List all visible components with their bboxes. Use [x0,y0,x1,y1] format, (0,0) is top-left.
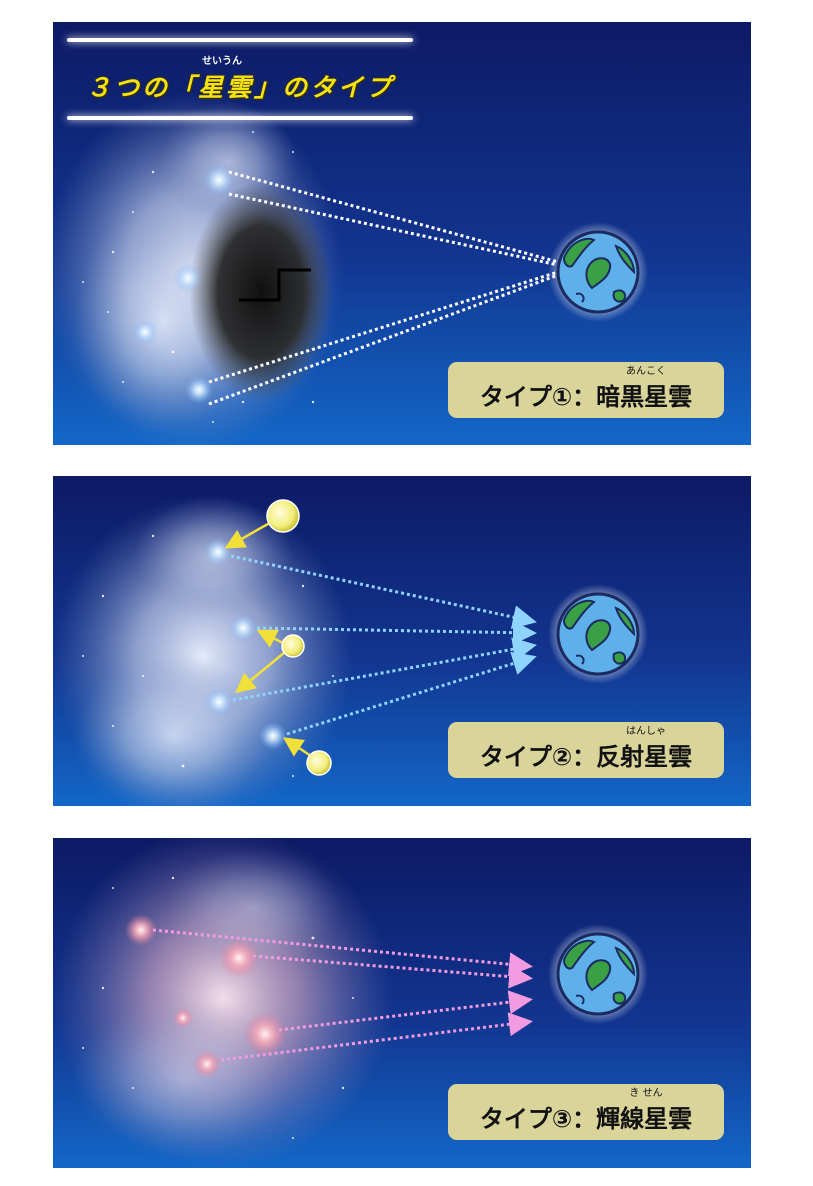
star-glow [229,614,257,642]
star-glow [259,722,287,750]
earth-icon [548,584,648,684]
glowing-gas [219,938,259,978]
panel-emission-nebula: き せん タイプ③：輝線星雲 [53,838,751,1168]
panel-dark-nebula: せいうん ３つの「星雲」のタイプ あんこく タイプ①：暗黒星雲 [53,22,751,445]
glowing-gas [193,1050,221,1078]
star-icon [266,499,300,533]
page-title: ３つの「星雲」のタイプ [85,73,394,102]
type-label-box: き せん タイプ③：輝線星雲 [448,1084,724,1140]
title: せいうん ３つの「星雲」のタイプ [67,38,413,122]
star-glow [204,538,232,566]
title-ruby: せいうん [202,56,242,67]
star-glow [185,376,213,404]
title-line-top [67,38,413,42]
star-glow [174,264,202,292]
type-label: タイプ②：反射星雲 [479,743,693,771]
page: { "title": { "text": "３つの「星雲」のタイプ", "rub… [0,0,813,1186]
title-line-bottom [67,116,413,120]
panel-reflection-nebula: はんしゃ タイプ②：反射星雲 [53,476,751,806]
earth-icon [548,222,648,322]
type-label-ruby: はんしゃ [626,726,666,737]
type-label: タイプ③：輝線星雲 [479,1105,693,1133]
earth-icon [548,924,648,1024]
type-label-box: あんこく タイプ①：暗黒星雲 [448,362,724,418]
dark-cloud [189,182,333,402]
glowing-gas [243,1012,287,1056]
glowing-gas [173,1008,193,1028]
star-glow [205,688,233,716]
star-icon [281,634,305,658]
type-label-ruby: あんこく [626,366,666,377]
type-label-box: はんしゃ タイプ②：反射星雲 [448,722,724,778]
glowing-gas [125,914,157,946]
star-glow [203,164,235,196]
star-icon [306,750,332,776]
type-label-ruby: き せん [629,1088,663,1099]
type-label: タイプ①：暗黒星雲 [479,383,693,411]
star-glow [133,320,157,344]
